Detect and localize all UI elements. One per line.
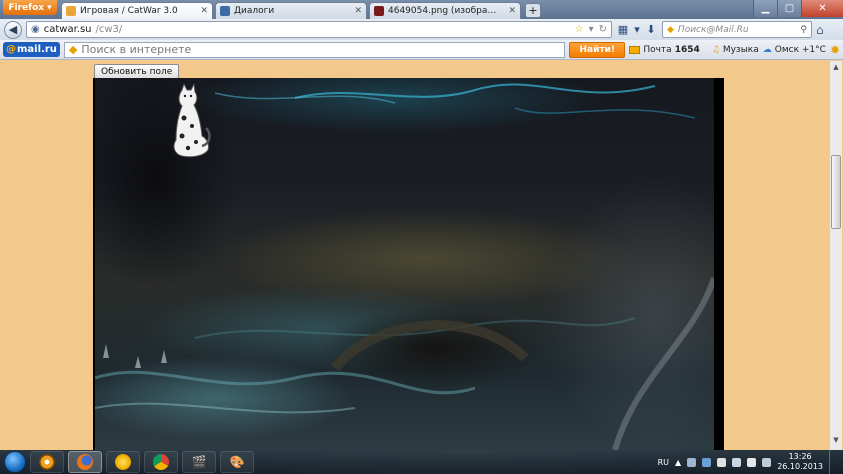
tab-png-image[interactable]: 4649054.png (изображение «PNG», 1... ✕	[369, 2, 521, 19]
mailru-logo-text: mail.ru	[17, 44, 57, 55]
firefox-menu-button[interactable]: Firefox ▾	[3, 0, 57, 15]
bookmark-star-icon[interactable]: ☆	[575, 24, 584, 35]
taskbar-app-firefox[interactable]	[68, 451, 102, 473]
taskbar-app-paint[interactable]: 🎨	[220, 451, 254, 473]
aimp-icon	[115, 454, 131, 470]
scroll-up-icon[interactable]: ▲	[830, 63, 842, 75]
show-desktop-button[interactable]	[829, 450, 839, 474]
search-engine-icon: ◆	[667, 24, 674, 35]
language-indicator[interactable]: RU	[658, 458, 669, 467]
music-button[interactable]: ♫ Музыка	[712, 45, 759, 55]
scroll-thumb[interactable]	[831, 155, 841, 229]
browser-window: Firefox ▾ Игровая / CatWar 3.0 ✕ Диалоги…	[0, 0, 843, 450]
taskbar-app-chrome[interactable]	[144, 451, 178, 473]
envelope-icon	[629, 45, 641, 54]
clock[interactable]: 13:26 26.10.2013	[777, 452, 823, 472]
search-placeholder: Поиск@Mail.Ru	[677, 24, 749, 35]
search-icon[interactable]: ⚲	[800, 25, 807, 35]
mailru-search-input[interactable]: ◆ Поиск в интернете	[63, 41, 566, 58]
taskbar: 🎬 🎨 RU ▲ 13:26 26.10.2013	[0, 450, 843, 474]
music-label: Музыка	[722, 44, 759, 55]
tray-signal-icon[interactable]	[747, 457, 757, 467]
page-scrollbar[interactable]: ▲ ▼	[829, 61, 842, 450]
maximize-button[interactable]: ▢	[777, 0, 801, 17]
close-icon[interactable]: ✕	[354, 6, 362, 16]
mail-button[interactable]: Почта 1654	[629, 44, 700, 55]
clock-date: 26.10.2013	[777, 462, 823, 471]
back-button[interactable]: ◀	[4, 20, 22, 39]
tray-expand-icon[interactable]: ▲	[675, 458, 681, 467]
new-tab-button[interactable]: +	[525, 3, 541, 18]
url-host: catwar.su	[43, 24, 92, 35]
dialogs-favicon-icon	[220, 6, 230, 16]
browser-search-box[interactable]: ◆ Поиск@Mail.Ru ⚲	[662, 21, 812, 38]
reload-icon[interactable]: ↻	[599, 24, 607, 35]
tab-label: Диалоги	[234, 6, 275, 16]
close-icon[interactable]: ✕	[200, 6, 208, 16]
tray-network-icon[interactable]	[702, 457, 712, 467]
cat-sprite[interactable]	[168, 84, 214, 160]
search-engine-icon: ◆	[68, 43, 78, 56]
tab-label: 4649054.png (изображение «PNG», 1...	[388, 6, 504, 16]
firefox-icon	[77, 454, 93, 470]
palette-icon: 🎨	[229, 455, 245, 469]
catwar-favicon-icon	[66, 6, 76, 16]
globe-icon: ◉	[31, 24, 40, 35]
mail-label: Почта	[643, 44, 672, 55]
start-button[interactable]	[4, 451, 26, 473]
close-icon[interactable]: ✕	[508, 6, 516, 16]
url-path: /cw3/	[95, 24, 123, 35]
chevron-down-icon: ▾	[47, 2, 52, 13]
tab-label: Игровая / CatWar 3.0	[80, 6, 178, 16]
taskbar-app-orb[interactable]	[30, 451, 64, 473]
url-bar[interactable]: ◉ catwar.su/cw3/ ☆ ▾ ↻	[26, 21, 612, 38]
taskbar-app-media[interactable]: 🎬	[182, 451, 216, 473]
tab-catwar[interactable]: Игровая / CatWar 3.0 ✕	[61, 2, 213, 19]
mailru-logo-at: @	[6, 44, 16, 55]
find-button[interactable]: Найти!	[569, 41, 626, 58]
mailru-toolbar: @ mail.ru ◆ Поиск в интернете Найти! Поч…	[0, 40, 843, 60]
arrow-left-icon: ◀	[8, 23, 18, 36]
cloud-icon: ☁	[762, 44, 772, 55]
home-icon[interactable]: ⌂	[816, 23, 824, 37]
clock-time: 13:26	[788, 452, 812, 461]
clapperboard-icon: 🎬	[191, 455, 207, 469]
close-window-button[interactable]: ✕	[801, 0, 843, 17]
weather-button[interactable]: ☁ Омск +1°C	[763, 45, 826, 55]
tray-flag-icon[interactable]	[717, 457, 727, 467]
music-note-icon: ♫	[711, 44, 720, 55]
mail-count: 1654	[674, 44, 700, 55]
chrome-icon	[153, 454, 169, 470]
tray-power-icon[interactable]	[762, 457, 772, 467]
mailru-logo[interactable]: @ mail.ru	[3, 42, 60, 57]
bookmarks-icon[interactable]: ▦	[616, 23, 630, 36]
scroll-down-icon[interactable]: ▼	[830, 436, 842, 448]
image-favicon-icon	[374, 6, 384, 16]
tray-volume-icon[interactable]	[732, 457, 742, 467]
refresh-field-button[interactable]: Обновить поле	[94, 64, 180, 79]
gear-icon[interactable]: ✹	[830, 43, 840, 57]
window-controls: ▁ ▢ ✕	[753, 0, 843, 17]
navigation-bar: ◀ ◉ catwar.su/cw3/ ☆ ▾ ↻ ▦ ▾ ⬇ ◆ Поиск@M…	[0, 19, 843, 40]
cave-scene-image	[95, 78, 714, 450]
minimize-button[interactable]: ▁	[753, 0, 777, 17]
dropdown-arrow-icon[interactable]: ▾	[589, 24, 594, 35]
tab-strip: Firefox ▾ Игровая / CatWar 3.0 ✕ Диалоги…	[0, 0, 843, 19]
mailru-search-placeholder: Поиск в интернете	[81, 43, 192, 56]
system-tray: RU ▲ 13:26 26.10.2013	[658, 450, 839, 474]
bookmarks-dropdown-icon[interactable]: ▾	[634, 23, 640, 36]
game-field[interactable]	[93, 78, 724, 450]
download-icon[interactable]: ⬇	[644, 23, 658, 36]
orb-app-icon	[39, 454, 55, 470]
tab-dialogs[interactable]: Диалоги ✕	[215, 2, 367, 19]
weather-label: Омск +1°C	[774, 44, 826, 55]
page-content: Обновить поле ▲ ▼	[0, 61, 843, 450]
taskbar-app-aimp[interactable]	[106, 451, 140, 473]
tray-app-icon[interactable]	[687, 457, 697, 467]
